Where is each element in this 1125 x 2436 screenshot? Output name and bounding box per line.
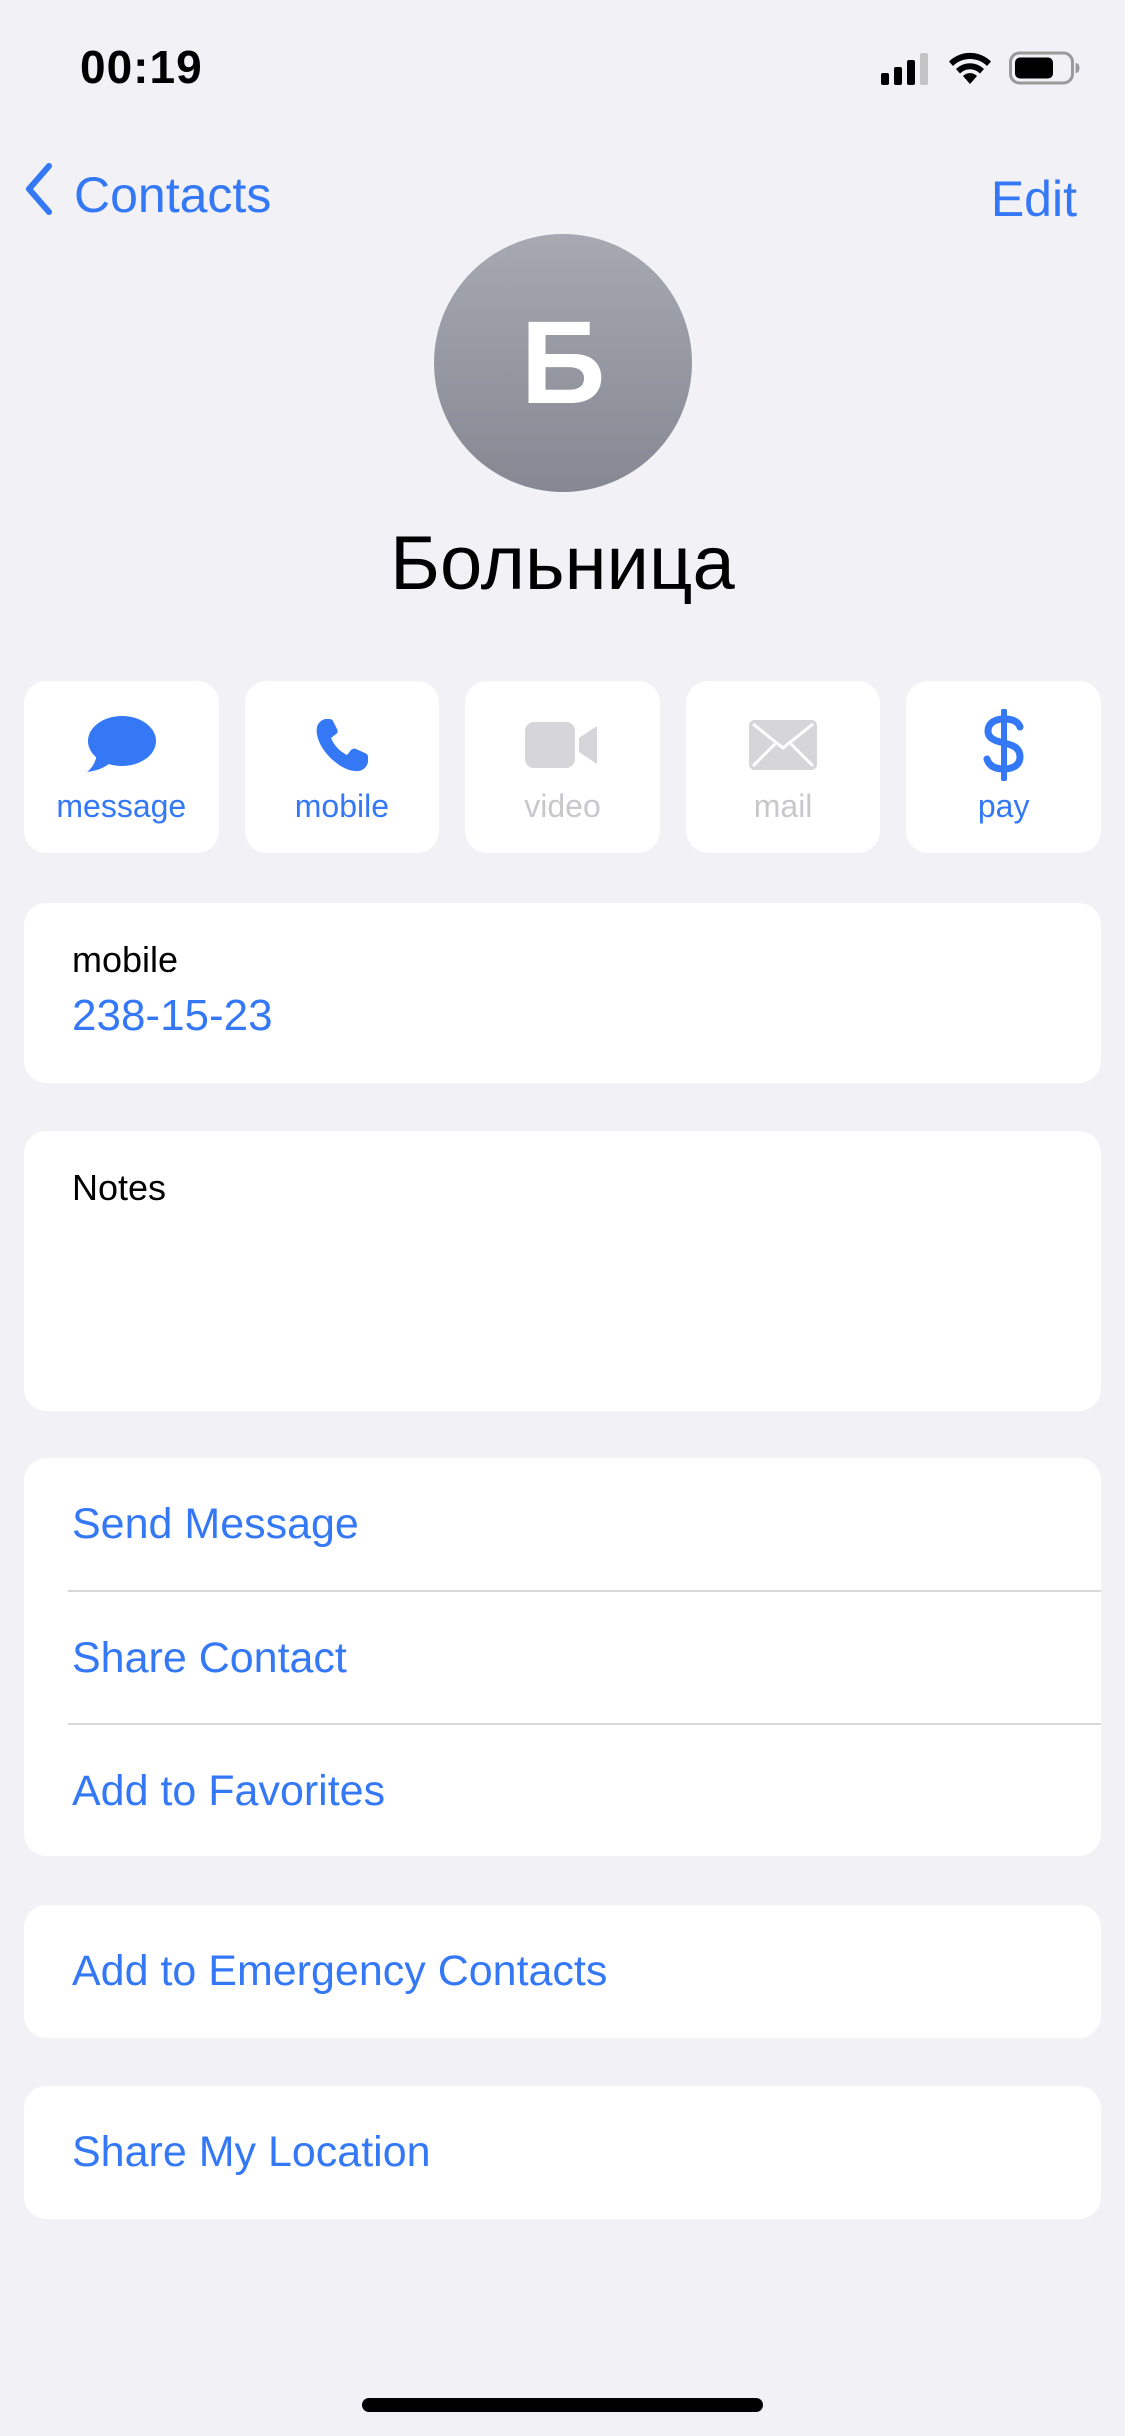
- mail-action-label: mail: [753, 787, 813, 824]
- wifi-icon: [947, 50, 993, 91]
- home-indicator[interactable]: [362, 2398, 763, 2412]
- mail-action-button[interactable]: mail: [685, 681, 881, 853]
- mobile-action-button[interactable]: mobile: [244, 681, 440, 853]
- emergency-card: Add to Emergency Contacts: [24, 1905, 1101, 2038]
- notes-label: Notes: [72, 1167, 167, 1208]
- phone-icon: [312, 710, 372, 780]
- send-message-button[interactable]: Send Message: [24, 1458, 1101, 1590]
- envelope-icon: [749, 710, 818, 780]
- avatar: Б: [434, 234, 692, 492]
- video-camera-icon: [525, 710, 599, 780]
- status-icons: [881, 48, 1081, 92]
- back-button-label: Contacts: [74, 167, 272, 223]
- share-location-button[interactable]: Share My Location: [24, 2086, 1101, 2219]
- location-card: Share My Location: [24, 2086, 1101, 2219]
- message-action-button[interactable]: message: [24, 681, 219, 853]
- contact-options-card: Send Message Share Contact Add to Favori…: [24, 1458, 1101, 1856]
- notes-card[interactable]: Notes: [24, 1131, 1101, 1411]
- avatar-initial: Б: [520, 297, 606, 429]
- phone-number-link[interactable]: 238-15-23: [72, 991, 273, 1041]
- status-bar: 00:19: [0, 0, 1125, 140]
- back-button[interactable]: Contacts: [24, 162, 271, 228]
- message-bubble-icon: [85, 710, 157, 780]
- contact-name: Больница: [390, 521, 735, 606]
- battery-icon: [1009, 50, 1081, 91]
- share-contact-button[interactable]: Share Contact: [24, 1592, 1101, 1724]
- video-action-button[interactable]: video: [465, 681, 660, 853]
- edit-button[interactable]: Edit: [991, 170, 1077, 228]
- dollar-icon: [982, 708, 1026, 781]
- signal-icon: [881, 51, 931, 90]
- phone-label: mobile: [72, 939, 179, 980]
- pay-action-button[interactable]: pay: [906, 681, 1101, 853]
- mobile-action-label: mobile: [294, 787, 390, 824]
- status-time: 00:19: [80, 41, 203, 93]
- video-action-label: video: [524, 787, 601, 824]
- add-emergency-contact-button[interactable]: Add to Emergency Contacts: [24, 1905, 1101, 2038]
- add-to-favorites-button[interactable]: Add to Favorites: [24, 1725, 1101, 1857]
- chevron-left-icon: [24, 162, 54, 228]
- message-action-label: message: [56, 787, 187, 824]
- quick-actions: message mobile video mail pay: [24, 681, 1101, 853]
- phone-card: mobile 238-15-23: [24, 903, 1101, 1083]
- pay-action-label: pay: [977, 787, 1030, 824]
